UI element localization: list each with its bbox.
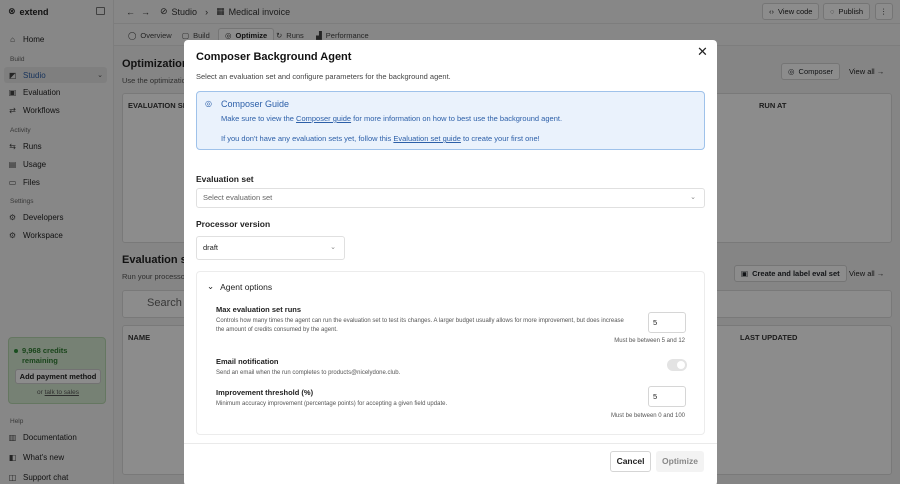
max-runs-input[interactable]: 5 — [648, 312, 686, 333]
chevron-down-icon: ⌄ — [690, 194, 696, 201]
modal-title: Composer Background Agent — [196, 51, 352, 63]
guide-title: Composer Guide — [221, 99, 290, 109]
processor-version-label: Processor version — [196, 219, 271, 229]
improvement-threshold-input[interactable]: 5 — [648, 386, 686, 407]
chevron-down-icon: ⌄ — [207, 281, 215, 291]
composer-guide-link[interactable]: Composer guide — [296, 114, 351, 123]
evaluation-set-guide-link[interactable]: Evaluation set guide — [393, 134, 461, 143]
modal-subtitle: Select an evaluation set and configure p… — [196, 72, 451, 81]
composer-guide-callout: ◎ Composer Guide Make sure to view the C… — [196, 91, 705, 150]
optimize-button[interactable]: Optimize — [656, 451, 704, 472]
max-runs-hint: Must be between 5 and 12 — [614, 338, 685, 344]
email-notification-toggle[interactable] — [667, 359, 687, 371]
max-runs-title: Max evaluation set runs — [216, 305, 302, 314]
email-notification-description: Send an email when the run completes to … — [216, 370, 401, 376]
guide-line-2: If you don't have any evaluation sets ye… — [221, 134, 540, 143]
email-notification-title: Email notification — [216, 357, 279, 366]
modal-footer-divider — [184, 443, 717, 444]
improvement-threshold-hint: Must be between 0 and 100 — [610, 413, 685, 419]
guide-line-1: Make sure to view the Composer guide for… — [221, 114, 563, 123]
composer-icon: ◎ — [205, 99, 212, 108]
improvement-threshold-title: Improvement threshold (%) — [216, 388, 314, 397]
max-runs-description: Controls how many times the agent can ru… — [216, 318, 624, 333]
close-icon[interactable]: ✕ — [697, 44, 708, 60]
cancel-button[interactable]: Cancel — [610, 451, 651, 472]
agent-options-panel: ⌄ Agent options Max evaluation set runs … — [196, 271, 705, 435]
agent-options-toggle[interactable]: ⌄ Agent options — [207, 281, 272, 292]
processor-version-select[interactable]: draft ⌄ — [196, 236, 345, 260]
improvement-threshold-description: Minimum accuracy improvement (percentage… — [216, 401, 448, 407]
evaluation-set-label: Evaluation set — [196, 174, 254, 184]
composer-modal: Composer Background Agent ✕ Select an ev… — [184, 40, 717, 484]
evaluation-set-select[interactable]: Select evaluation set ⌄ — [196, 188, 705, 208]
chevron-down-icon: ⌄ — [330, 244, 336, 251]
